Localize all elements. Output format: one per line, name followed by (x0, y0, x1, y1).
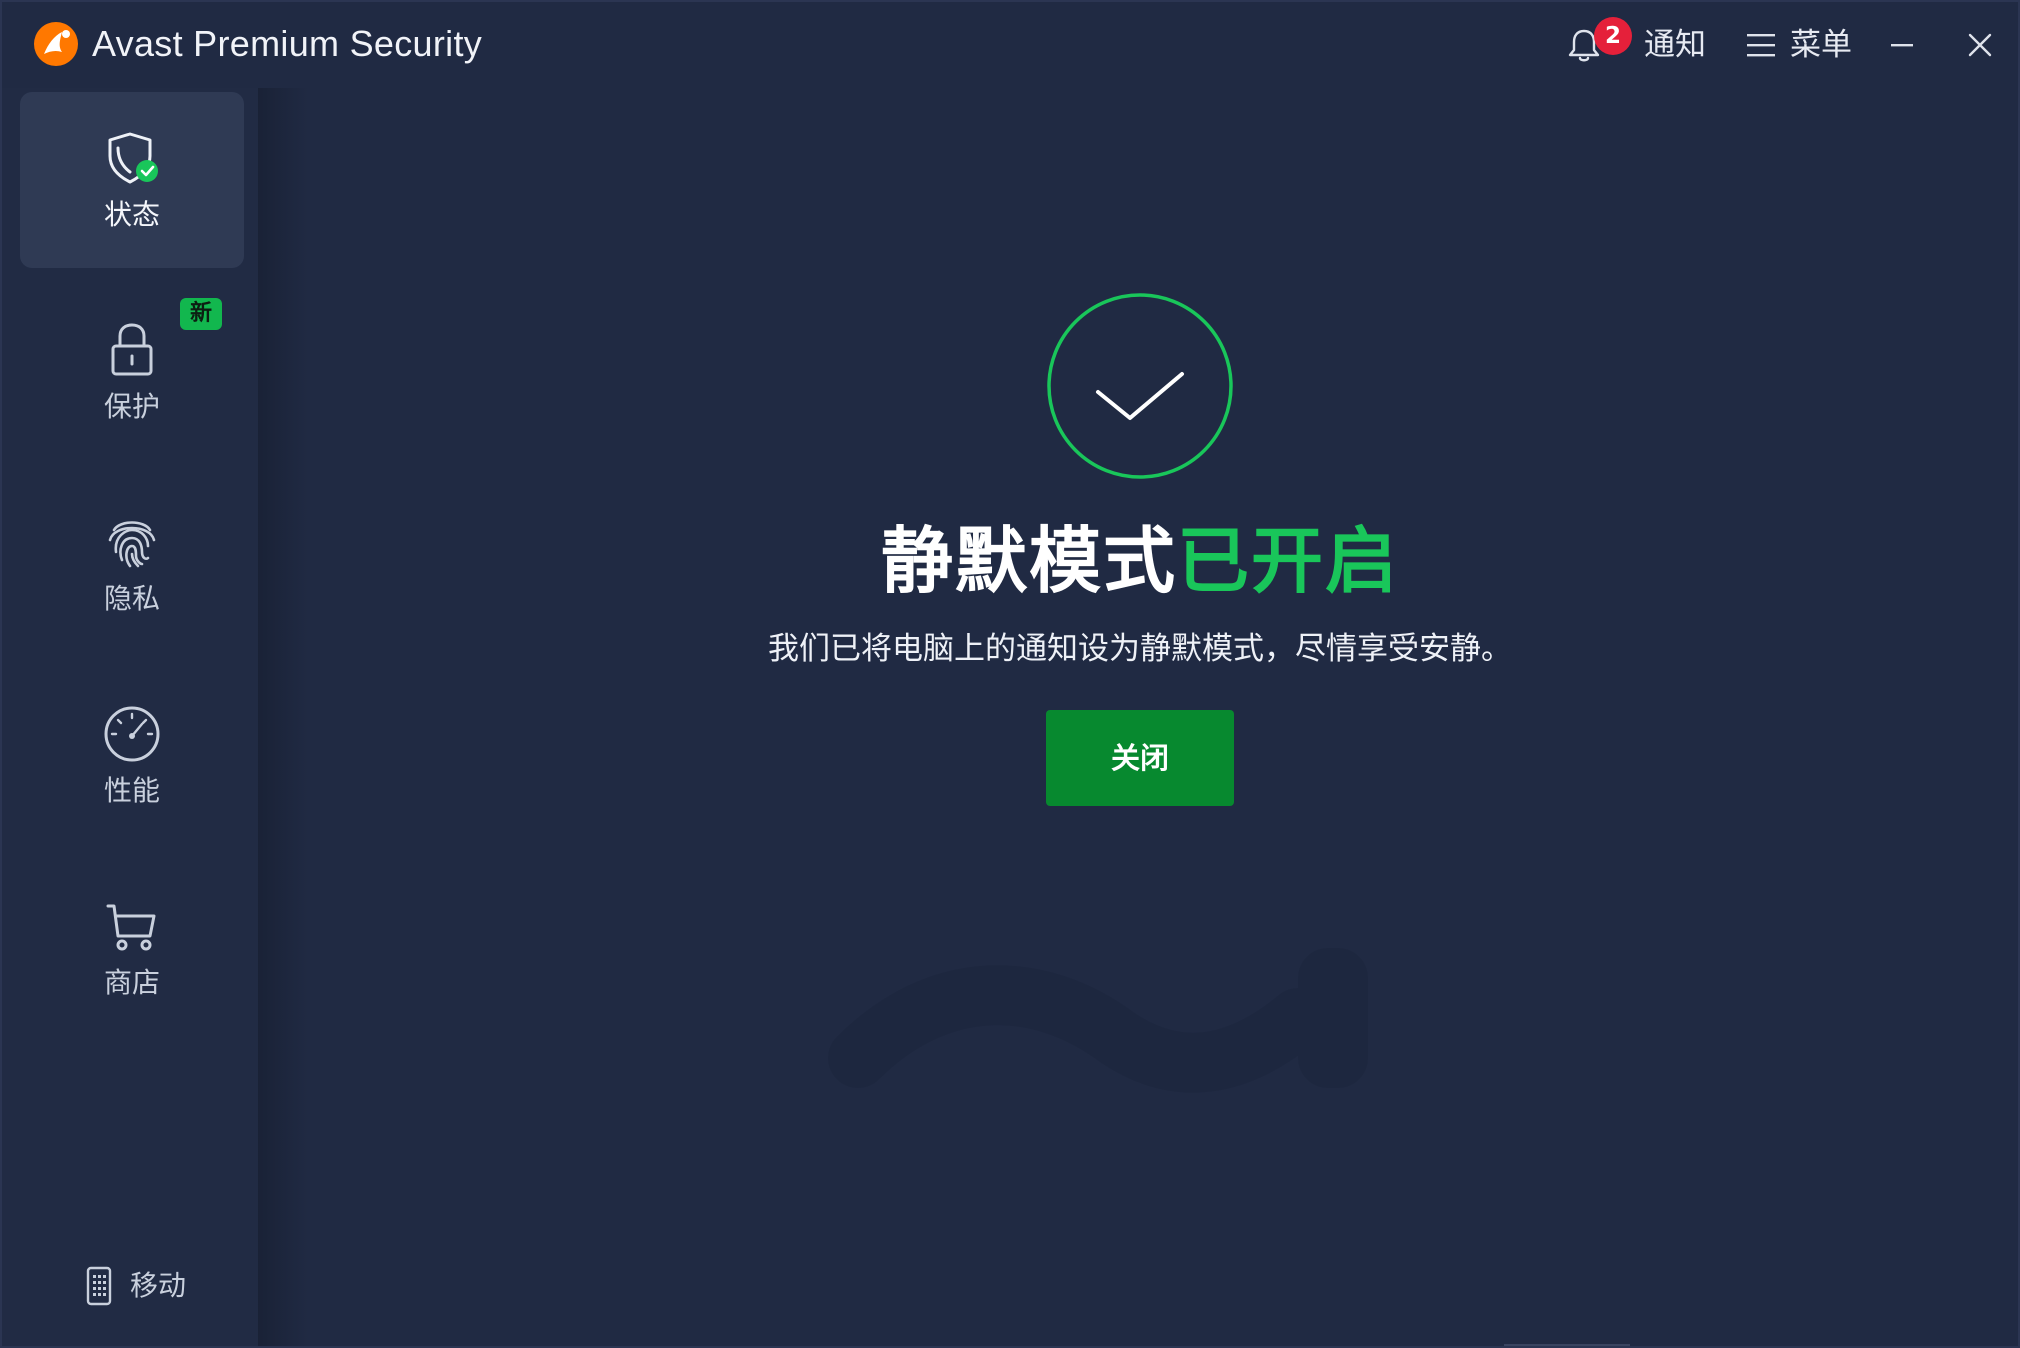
avast-logo-icon (34, 22, 78, 66)
title-bar: Avast Premium Security 2 通知 菜单 (2, 2, 2018, 88)
notification-count-badge: 2 (1594, 17, 1632, 55)
minimize-icon (1891, 44, 1913, 47)
hamburger-icon (1747, 34, 1775, 57)
headline-status: 已开启 (1177, 519, 1400, 603)
lock-icon (111, 323, 153, 376)
sidebar-item-store[interactable]: 商店 (20, 860, 244, 1036)
headline-mode: 静默模式 (880, 519, 1177, 603)
mobile-label: 移动 (130, 1269, 187, 1302)
page-subtitle: 我们已将电脑上的通知设为静默模式，尽情享受安静。 (768, 631, 1512, 667)
app-title: Avast Premium Security (92, 23, 483, 64)
close-icon (1968, 33, 1992, 57)
shield-check-icon (108, 132, 158, 184)
app-window: Avast Premium Security 2 通知 菜单 状态 新 保护 隐… (0, 0, 2020, 1348)
menu-button[interactable]: 菜单 (1746, 18, 1852, 72)
page-title: 静默模式已开启 (258, 516, 2018, 606)
mobile-phone-icon (86, 1266, 112, 1306)
close-window-button[interactable] (1950, 16, 2010, 74)
sidebar-item-protection[interactable]: 新 保护 (20, 284, 244, 460)
sidebar-item-label: 隐私 (103, 582, 160, 615)
cart-icon (106, 904, 156, 951)
minimize-button[interactable] (1872, 16, 1932, 74)
scroll-indicator (1504, 1344, 1630, 1346)
sidebar-item-performance[interactable]: 性能 (20, 668, 244, 844)
sidebar-item-mobile[interactable]: 移动 (86, 1264, 186, 1308)
sidebar-item-label: 保护 (103, 390, 160, 423)
sidebar-item-label: 商店 (103, 966, 160, 999)
menu-label: 菜单 (1790, 27, 1852, 63)
speedometer-icon (104, 706, 160, 762)
sidebar-item-privacy[interactable]: 隐私 (20, 476, 244, 652)
sidebar-item-label: 性能 (103, 774, 160, 807)
bell-icon-wrap: 2 (1564, 17, 1632, 65)
fingerprint-icon (108, 521, 156, 568)
check-circle-icon (1047, 293, 1233, 479)
sidebar-item-status[interactable]: 状态 (20, 92, 244, 268)
sidebar-item-label: 状态 (103, 198, 160, 231)
close-button[interactable]: 关闭 (1046, 710, 1234, 806)
new-badge: 新 (180, 298, 223, 330)
main-content: 静默模式已开启 我们已将电脑上的通知设为静默模式，尽情享受安静。 关闭 (258, 88, 2018, 1346)
sidebar: 状态 新 保护 隐私 性能 商店 移动 (2, 88, 258, 1346)
background-decoration (828, 948, 1368, 1093)
notifications-button[interactable]: 2 通知 (1564, 17, 1706, 72)
notifications-label: 通知 (1644, 27, 1706, 63)
